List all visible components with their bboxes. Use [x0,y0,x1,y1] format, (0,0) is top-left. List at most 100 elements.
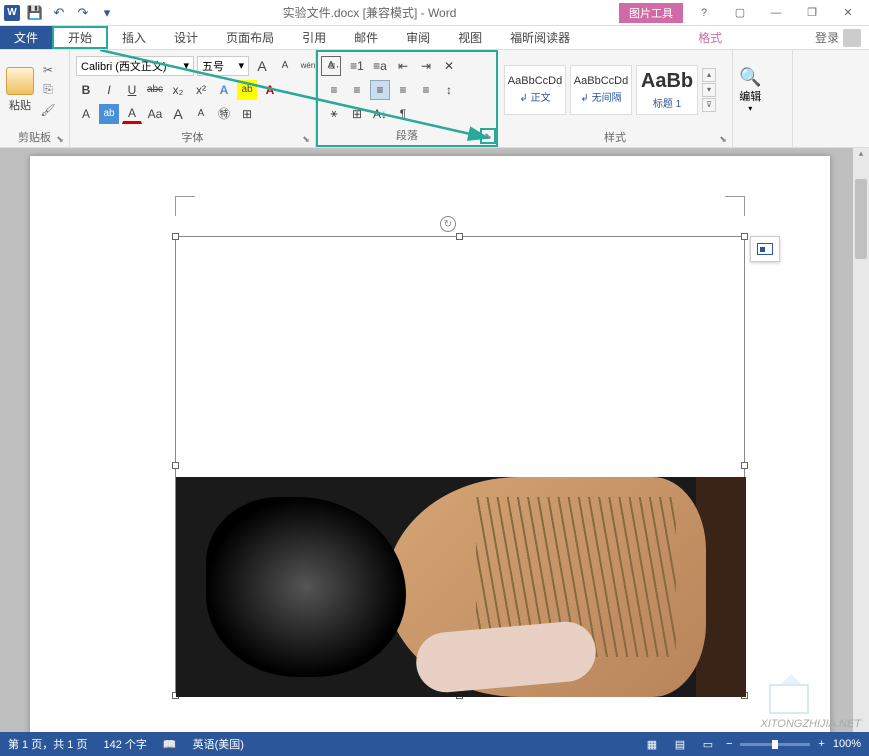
text-effects-button[interactable]: A [214,80,234,100]
copy-button[interactable]: ⎘ [38,81,58,99]
zoom-out-button[interactable]: − [726,738,732,750]
resize-handle-tr[interactable] [741,233,748,240]
save-button[interactable]: 💾 [26,4,44,22]
minimize-button[interactable]: — [763,3,789,23]
tab-file[interactable]: 文件 [0,26,52,49]
strikethrough-button[interactable]: abc [145,80,165,100]
user-avatar-icon[interactable] [843,29,861,47]
layout-options-button[interactable] [750,236,780,262]
combine-char-button[interactable]: ⊞ [237,104,257,124]
shading-button[interactable]: ⚹ [324,104,344,124]
clipboard-label: 剪贴板 ⬊ [0,129,69,147]
subscript-button[interactable]: x₂ [168,80,188,100]
page-count[interactable]: 第 1 页，共 1 页 [8,736,87,752]
superscript-button[interactable]: x² [191,80,211,100]
style-normal[interactable]: AaBbCcDd ↲ 正文 [504,65,566,115]
undo-button[interactable]: ↶ [50,4,68,22]
styles-dialog-launcher[interactable]: ⬊ [716,132,730,146]
borders-button[interactable]: ⊞ [347,104,367,124]
tab-design[interactable]: 设计 [160,26,212,49]
multilevel-button[interactable]: ≡a [370,56,390,76]
style-expand[interactable]: ⊽ [702,98,716,112]
show-marks-button[interactable]: ¶ [393,104,413,124]
enclose-char-button[interactable]: ㊕ [214,104,234,124]
web-layout-button[interactable]: ▭ [698,736,718,752]
char-scale-button[interactable]: ab [99,104,119,124]
highlight-button[interactable]: ab [237,80,257,100]
font-name-combo[interactable]: Calibri (西文正文)▾ [76,56,194,76]
page[interactable]: ↻ [30,156,830,732]
tab-mailings[interactable]: 邮件 [340,26,392,49]
style-scroll-up[interactable]: ▴ [702,68,716,82]
login-link[interactable]: 登录 [815,29,839,46]
scroll-thumb[interactable] [855,179,867,259]
line-spacing-button[interactable]: ↕ [439,80,459,100]
italic-button[interactable]: I [99,80,119,100]
distribute-button[interactable]: ≡ [416,80,436,100]
tab-home[interactable]: 开始 [52,26,108,49]
redo-button[interactable]: ↷ [74,4,92,22]
grow-font2-button[interactable]: A [168,104,188,124]
tab-foxit-reader[interactable]: 福昕阅读器 [496,26,584,49]
justify-button[interactable]: ≡ [393,80,413,100]
print-layout-button[interactable]: ▤ [670,736,690,752]
paste-button[interactable]: 粘贴 [6,67,34,113]
tab-insert[interactable]: 插入 [108,26,160,49]
phonetic-guide-button[interactable]: wén [298,56,318,76]
align-center-button[interactable]: ≡ [347,80,367,100]
underline-button[interactable]: U [122,80,142,100]
align-left-button[interactable]: ≡ [324,80,344,100]
tab-review[interactable]: 审阅 [392,26,444,49]
rotate-handle[interactable]: ↻ [440,216,456,232]
vertical-scrollbar[interactable]: ▴ [853,148,869,732]
style-scroll-down[interactable]: ▾ [702,83,716,97]
font-color2-button[interactable]: A [122,104,142,124]
style-no-spacing[interactable]: AaBbCcDd ↲ 无间隔 [570,65,632,115]
find-button[interactable]: 🔍 编辑 ▾ [739,67,761,113]
numbering-button[interactable]: ≡1 [347,56,367,76]
decrease-indent-button[interactable]: ⇤ [393,56,413,76]
shrink-font-button[interactable]: A [275,56,295,76]
read-mode-button[interactable]: ▦ [642,736,662,752]
tab-references[interactable]: 引用 [288,26,340,49]
restore-button[interactable]: ❐ [799,3,825,23]
qat-customize[interactable]: ▾ [98,4,116,22]
tab-format[interactable]: 格式 [684,26,736,49]
resize-handle-r[interactable] [741,462,748,469]
selected-picture[interactable] [175,236,745,696]
increase-indent-button[interactable]: ⇥ [416,56,436,76]
sort-button[interactable]: A↓ [370,104,390,124]
zoom-level[interactable]: 100% [833,738,861,750]
zoom-slider[interactable] [740,743,810,746]
shrink-font2-button[interactable]: A [191,104,211,124]
zoom-in-button[interactable]: + [818,738,824,750]
ribbon-display-options[interactable]: ▢ [727,3,753,23]
spellcheck-icon[interactable]: 📖 [163,738,177,751]
font-dialog-launcher[interactable]: ⬊ [299,132,313,146]
document-area[interactable]: ↻ ▴ [0,148,869,732]
bullets-button[interactable]: ≡· [324,56,344,76]
style-heading1[interactable]: AaBb 标题 1 [636,65,698,115]
tab-view[interactable]: 视图 [444,26,496,49]
resize-handle-tl[interactable] [172,233,179,240]
clipboard-dialog-launcher[interactable]: ⬊ [53,132,67,146]
font-size-combo[interactable]: 五号▾ [197,56,249,76]
tab-page-layout[interactable]: 页面布局 [212,26,288,49]
font-color-button[interactable]: A [260,80,280,100]
cut-button[interactable]: ✂ [38,61,58,79]
resize-handle-l[interactable] [172,462,179,469]
char-shading-button[interactable]: A [76,104,96,124]
bold-button[interactable]: B [76,80,96,100]
align-right-button[interactable]: ≡ [370,80,390,100]
close-button[interactable]: ✕ [835,3,861,23]
resize-handle-t[interactable] [456,233,463,240]
group-font: Calibri (西文正文)▾ 五号▾ A A wén A B I U abc … [70,50,316,147]
paragraph-dialog-launcher[interactable]: ⬊ [480,128,496,144]
language[interactable]: 英语(美国) [193,736,244,752]
change-case-button[interactable]: Aa [145,104,165,124]
help-button[interactable]: ? [691,3,717,23]
grow-font-button[interactable]: A [252,56,272,76]
snap-to-grid-button[interactable]: ✕ [439,56,459,76]
word-count[interactable]: 142 个字 [103,736,146,752]
format-painter-button[interactable]: 🖌 [38,101,58,119]
